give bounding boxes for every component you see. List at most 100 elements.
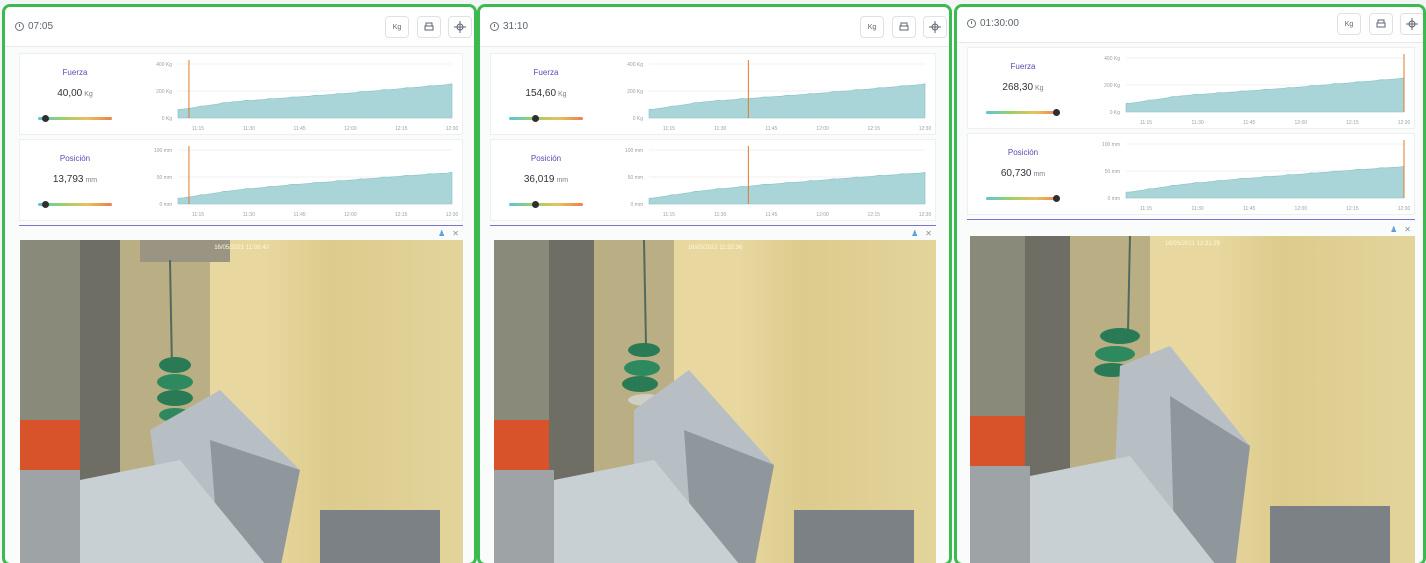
force-card: Fuerza 154,60 Kg 400 Kg 200 Kg 0 Kg 11:15 11:… [490,53,936,135]
position-card: Posición 36,019 mm 100 mm 50 mm 0 mm 11:15 11… [490,139,936,221]
print-icon [899,22,909,31]
position-gauge [986,195,1060,202]
force-value: 268,30 Kg [968,82,1078,93]
position-gauge-knob [41,201,49,208]
force-title: Fuerza [1010,62,1036,71]
x-tick-label: 12:30 [446,212,459,218]
y-tick-label: 0 Kg [162,116,173,122]
area-series [1125,77,1405,113]
x-tick-label: 11:30 [714,126,726,132]
x-tick-label: 12:15 [868,126,881,132]
y-tick-label: 50 mm [157,175,172,181]
unit-button[interactable]: Kg [1337,13,1361,35]
position-chart: 100 mm 50 mm 0 mm 11:15 11:30 11:45 12:00 12:15… [154,146,459,218]
y-tick-label: 400 Kg [627,62,643,68]
position-number: 13,793 [52,174,84,185]
x-tick-label: 12:30 [919,126,932,132]
x-tick-label: 12:30 [1398,206,1411,212]
x-tick-label: 12:30 [446,126,459,132]
camera-timestamp: 16/05/2021 11:32:36 [687,245,743,251]
print-icon [424,22,434,31]
x-tick-label: 12:00 [344,126,357,132]
force-number: 154,60 [525,88,557,99]
camera-timestamp: 16/05/2021 12:31:25 [1164,241,1221,247]
position-gauge-knob [1052,195,1060,202]
camera-image [494,240,914,563]
camera-feed: 16/05/2021 11:32:36 [494,240,936,563]
force-unit: Kg [558,91,567,98]
crosshair-icon [1406,18,1418,30]
print-icon [1376,19,1386,28]
area-series [177,83,453,119]
clock-icon [967,19,976,28]
force-gauge-knob [41,115,49,122]
divider [967,219,1415,220]
x-tick-label: 11:45 [765,212,777,218]
divider [490,225,936,226]
force-chart: 400 Kg 200 Kg 0 Kg 11:15 11:30 11:45 12:00 12:1… [156,60,459,132]
crosshair-button[interactable] [1400,13,1423,35]
y-tick-label: 0 mm [1108,196,1121,202]
position-value: 36,019 mm [491,174,601,185]
x-tick-label: 12:00 [816,212,829,218]
y-tick-label: 100 mm [625,148,643,154]
position-value: 60,730 mm [968,168,1078,179]
x-tick-label: 11:45 [1243,120,1255,126]
x-tick-label: 11:15 [663,126,675,132]
position-title: Posición [59,154,91,163]
x-tick-label: 11:30 [243,126,255,132]
timer-text: 31:10 [503,21,529,32]
panel-toolbar: 01:30:00 Kg [957,7,1423,43]
camera-feed: 16/05/2021 11:08:40 [20,240,463,563]
position-title: Posición [530,154,562,163]
force-unit: Kg [1035,85,1044,92]
y-tick-label: 400 Kg [1104,56,1120,62]
x-tick-label: 11:30 [714,212,726,218]
elapsed-timer: 31:10 [490,21,528,32]
x-tick-label: 11:15 [192,126,204,132]
clock-icon [490,22,499,31]
position-chart: 100 mm 50 mm 0 mm 11:15 11:30 11:45 12:00 12:15… [625,146,931,218]
position-value: 13,793 mm [20,174,130,185]
y-tick-label: 100 mm [154,148,172,154]
force-gauge [38,115,112,122]
print-button[interactable] [1369,13,1393,35]
x-tick-label: 12:00 [344,212,357,218]
force-gauge [509,115,583,122]
clock-icon [15,22,24,31]
x-tick-label: 12:15 [1346,120,1359,126]
y-tick-label: 200 Kg [156,89,172,95]
x-tick-label: 11:15 [192,212,204,218]
position-unit: mm [556,177,569,184]
position-unit: mm [1033,171,1046,178]
panel-toolbar: 31:10 Kg [480,7,949,47]
y-tick-label: 0 mm [160,202,173,208]
crosshair-button[interactable] [923,16,947,38]
x-tick-label: 12:15 [395,212,408,218]
y-tick-label: 0 Kg [1110,110,1121,116]
x-tick-label: 11:45 [765,126,777,132]
x-tick-label: 11:45 [294,212,306,218]
x-tick-label: 11:30 [243,212,255,218]
unit-button[interactable]: Kg [860,16,884,38]
position-gauge-knob [532,201,540,208]
crosshair-button[interactable] [448,16,472,38]
print-button[interactable] [892,16,916,38]
x-tick-label: 12:15 [868,212,881,218]
x-tick-label: 12:00 [816,126,829,132]
x-tick-label: 11:45 [1243,206,1255,212]
timer-text: 07:05 [28,21,54,32]
force-gauge-knob [1052,109,1060,116]
print-button[interactable] [417,16,441,38]
force-value: 40,00 Kg [20,88,130,99]
test-panel-1: 07:05 Kg Fuerza 40,00 Kg 400 Kg 200 Kg 0 Kg… [2,4,477,563]
unit-button[interactable]: Kg [385,16,409,38]
force-value: 154,60 Kg [491,88,601,99]
y-tick-label: 200 Kg [627,89,643,95]
force-card: Fuerza 40,00 Kg 400 Kg 200 Kg 0 Kg 11:15 11:3… [19,53,463,135]
position-card: Posición 60,730 mm 100 mm 50 mm 0 mm 11:15 11… [967,133,1415,215]
x-tick-label: 11:15 [1140,120,1152,126]
panel-toolbar: 07:05 Kg [5,7,474,47]
camera-image [970,236,1390,563]
force-unit: Kg [84,91,93,98]
